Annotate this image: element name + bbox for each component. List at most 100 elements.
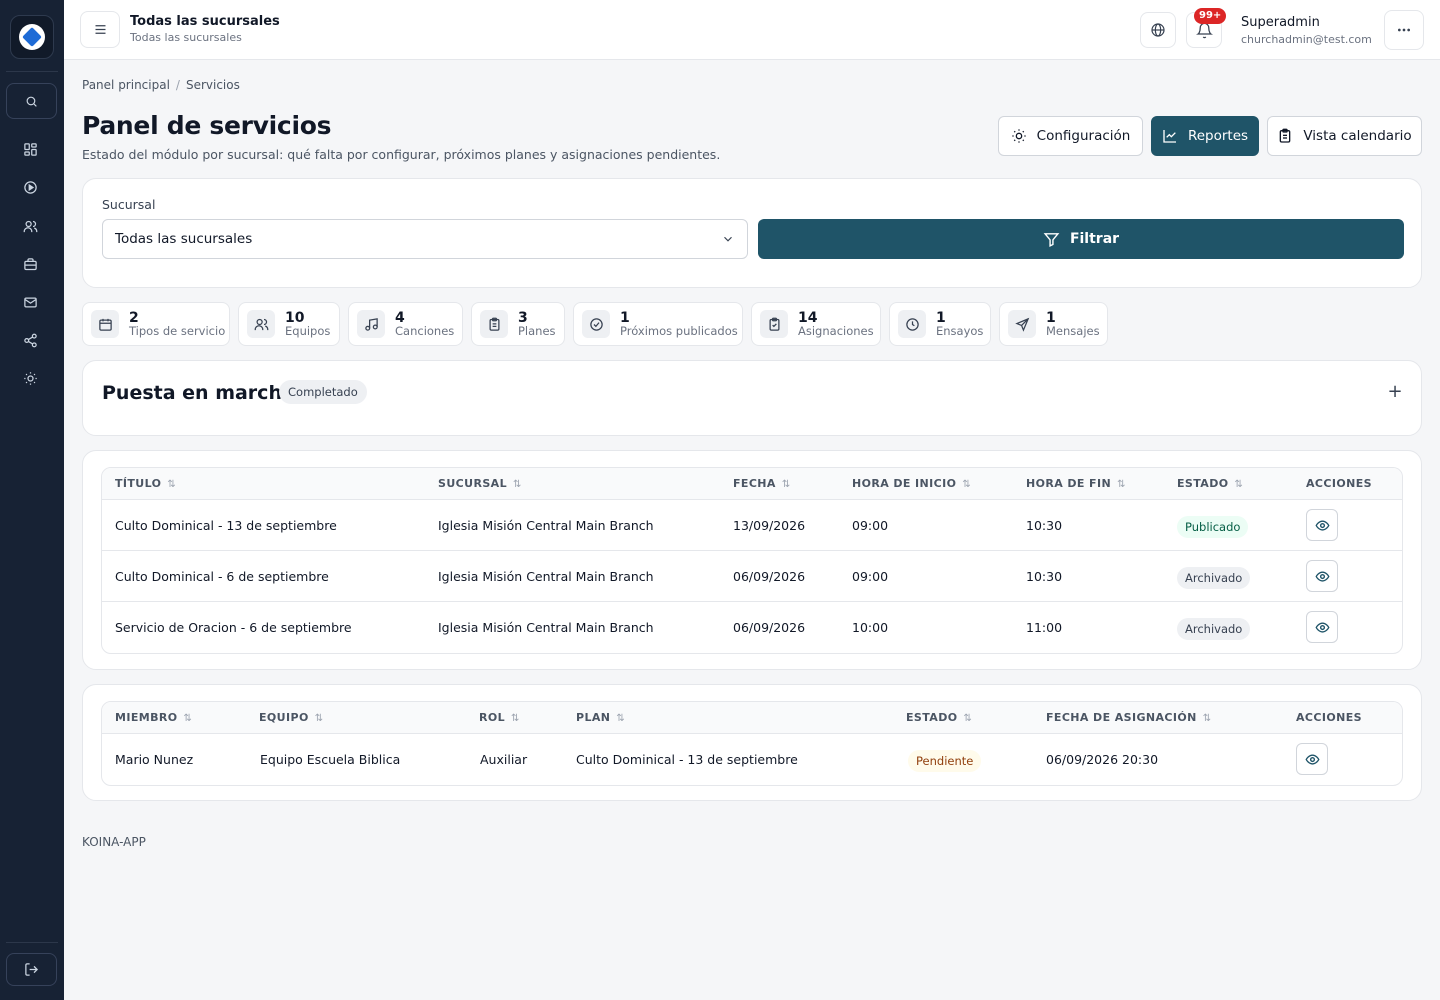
status-badge: Publicado (1177, 515, 1249, 538)
logout-button[interactable] (6, 953, 57, 986)
reports-button[interactable]: Reportes (1151, 116, 1259, 156)
column-header-assigned-date[interactable]: FECHA DE ASIGNACIÓN ⇅ (1046, 702, 1212, 734)
branch-filter-label: Sucursal (102, 197, 156, 212)
column-header-team[interactable]: EQUIPO ⇅ (259, 702, 324, 734)
stat-assignments[interactable]: 14 Asignaciones (751, 302, 881, 346)
view-button[interactable] (1296, 743, 1328, 775)
stat-value: 2 (129, 309, 139, 326)
calendar-view-button[interactable]: Vista calendario (1267, 116, 1422, 156)
configuration-button[interactable]: Configuración (998, 116, 1143, 156)
sidebar-item-members[interactable] (21, 217, 39, 235)
setup-title: Puesta en marcha (102, 382, 295, 404)
stat-teams[interactable]: 10 Equipos (238, 302, 340, 346)
menu-toggle-button[interactable] (80, 11, 120, 48)
stat-messages[interactable]: 1 Mensajes (999, 302, 1108, 346)
filter-icon (1043, 232, 1060, 247)
stat-upcoming-published[interactable]: 1 Próximos publicados (573, 302, 743, 346)
eye-icon (1314, 519, 1330, 531)
sort-icon: ⇅ (1202, 713, 1212, 724)
table-row[interactable]: Culto Dominical - 13 de septiembre Igles… (102, 500, 1402, 551)
filter-card: Sucursal Todas las sucursales Filtrar (82, 178, 1422, 288)
column-header-status[interactable]: ESTADO ⇅ (906, 702, 972, 734)
sidebar-item-settings[interactable] (21, 369, 39, 387)
globe-icon (1151, 23, 1165, 37)
view-button[interactable] (1306, 560, 1338, 592)
language-button[interactable] (1140, 12, 1176, 48)
hamburger-icon (95, 25, 105, 34)
sort-icon: ⇅ (512, 479, 522, 490)
sort-icon: ⇅ (781, 479, 791, 490)
cell-title: Culto Dominical - 6 de septiembre (115, 569, 329, 584)
sort-icon: ⇅ (511, 713, 520, 724)
sidebar-item-messages[interactable] (21, 293, 39, 311)
filter-button[interactable]: Filtrar (758, 219, 1404, 259)
clipboard-icon (480, 310, 508, 338)
cell-date: 06/09/2026 (733, 569, 806, 584)
stat-label: Asignaciones (798, 323, 874, 338)
plans-card: TÍTULO ⇅ SUCURSAL ⇅ FECHA ⇅ HORA DE INICIO ⇅… (82, 450, 1422, 670)
stat-label: Canciones (395, 323, 455, 338)
setup-card[interactable]: Puesta en marcha Completado + (82, 360, 1422, 436)
breadcrumb-current: Servicios (185, 78, 240, 92)
logout-icon (25, 963, 39, 976)
logo-mark (19, 24, 45, 50)
table-row[interactable]: Servicio de Oracion - 6 de septiembre Ig… (102, 602, 1402, 653)
view-button[interactable] (1306, 509, 1338, 541)
table-row[interactable]: Culto Dominical - 6 de septiembre Iglesi… (102, 551, 1402, 602)
stat-rehearsals[interactable]: 1 Ensayos (889, 302, 991, 346)
cell-title: Culto Dominical - 13 de septiembre (115, 518, 337, 533)
plans-table-header: TÍTULO ⇅ SUCURSAL ⇅ FECHA ⇅ HORA DE INICIO ⇅… (102, 468, 1402, 500)
column-header-member[interactable]: MIEMBRO ⇅ (115, 702, 192, 734)
column-header-date[interactable]: FECHA ⇅ (733, 468, 791, 500)
column-header-role[interactable]: ROL ⇅ (479, 702, 520, 734)
chevron-down-icon (724, 236, 732, 242)
stat-songs[interactable]: 4 Canciones (348, 302, 463, 346)
sidebar-item-share[interactable] (21, 331, 39, 349)
cell-assigned-date: 06/09/2026 20:30 (1046, 752, 1159, 767)
sidebar-item-dashboard[interactable] (21, 140, 39, 158)
stat-plans[interactable]: 3 Planes (471, 302, 565, 346)
share-icon (23, 333, 37, 347)
sun-icon (23, 371, 37, 385)
branch-select[interactable]: Todas las sucursales (102, 219, 748, 259)
breadcrumb-home[interactable]: Panel principal (82, 78, 170, 92)
sort-icon: ⇅ (963, 713, 973, 724)
more-options-button[interactable] (1384, 10, 1424, 50)
expand-toggle-icon[interactable]: + (1387, 381, 1403, 402)
check-circle-icon (582, 310, 610, 338)
column-header-actions: ACCIONES (1306, 477, 1372, 490)
sidebar-item-finance[interactable] (21, 255, 39, 273)
clock-icon (898, 310, 926, 338)
stat-label: Planes (518, 323, 556, 338)
bell-icon (1195, 22, 1213, 38)
eye-icon (1314, 570, 1330, 582)
column-header-title[interactable]: TÍTULO ⇅ (115, 468, 176, 500)
assignments-table-header: MIEMBRO ⇅ EQUIPO ⇅ ROL ⇅ PLAN ⇅ ESTADO ⇅ FECH… (102, 702, 1402, 734)
sidebar-search-button[interactable] (6, 83, 57, 119)
page-title: Panel de servicios (82, 111, 332, 140)
filter-button-label: Filtrar (1069, 231, 1120, 247)
branch-title: Todas las sucursales (130, 14, 280, 29)
cell-start-time: 09:00 (852, 569, 889, 584)
column-header-branch[interactable]: SUCURSAL ⇅ (438, 468, 522, 500)
calendar-icon (91, 310, 119, 338)
column-header-plan[interactable]: PLAN ⇅ (576, 702, 625, 734)
column-header-start[interactable]: HORA DE INICIO ⇅ (852, 468, 971, 500)
sidebar-item-services[interactable] (21, 178, 39, 196)
cell-status: Archivado (1177, 551, 1251, 602)
user-name[interactable]: Superadmin (1241, 15, 1320, 30)
plans-table: TÍTULO ⇅ SUCURSAL ⇅ FECHA ⇅ HORA DE INICIO ⇅… (101, 467, 1403, 654)
reports-label: Reportes (1187, 128, 1249, 144)
app-logo[interactable] (10, 15, 54, 59)
stat-value: 1 (1046, 309, 1056, 326)
branch-select-value: Todas las sucursales (115, 231, 253, 247)
stat-service-types[interactable]: 2 Tipos de servicio (82, 302, 230, 346)
column-header-status[interactable]: ESTADO ⇅ (1177, 468, 1243, 500)
view-button[interactable] (1306, 611, 1338, 643)
sort-icon: ⇅ (1234, 479, 1244, 490)
assignments-table: MIEMBRO ⇅ EQUIPO ⇅ ROL ⇅ PLAN ⇅ ESTADO ⇅ FECH… (101, 701, 1403, 786)
column-header-end[interactable]: HORA DE FIN ⇅ (1026, 468, 1126, 500)
breadcrumb-separator: / (175, 78, 180, 92)
table-row[interactable]: Mario Nunez Equipo Escuela Biblica Auxil… (102, 734, 1402, 785)
setup-status-badge: Completado (279, 380, 367, 404)
